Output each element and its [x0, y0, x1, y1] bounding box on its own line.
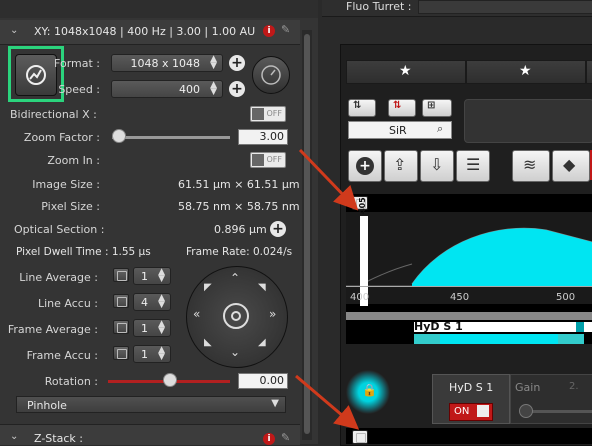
- arrow-2: [295, 374, 360, 430]
- annotation-arrows: [295, 148, 360, 430]
- arrow-1: [298, 148, 359, 211]
